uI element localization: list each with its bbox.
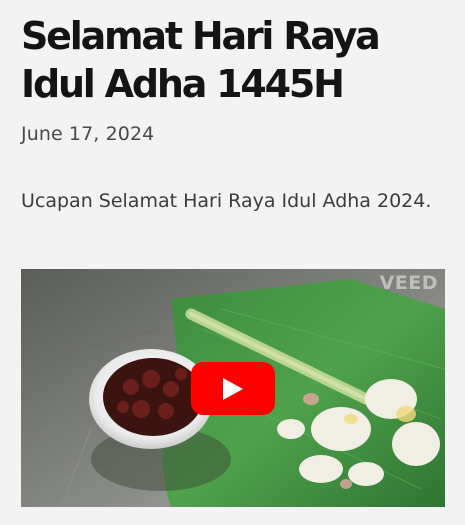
post-excerpt: Ucapan Selamat Hari Raya Idul Adha 2024. (21, 190, 432, 212)
video-embed[interactable]: VEED (21, 269, 445, 507)
youtube-play-icon (223, 378, 243, 400)
post-title[interactable]: Selamat Hari Raya Idul Adha 1445H (21, 12, 451, 108)
video-watermark: VEED (379, 272, 438, 294)
play-button[interactable] (191, 362, 275, 415)
post: Selamat Hari Raya Idul Adha 1445H June 1… (21, 12, 451, 217)
post-date: June 17, 2024 (21, 123, 155, 145)
